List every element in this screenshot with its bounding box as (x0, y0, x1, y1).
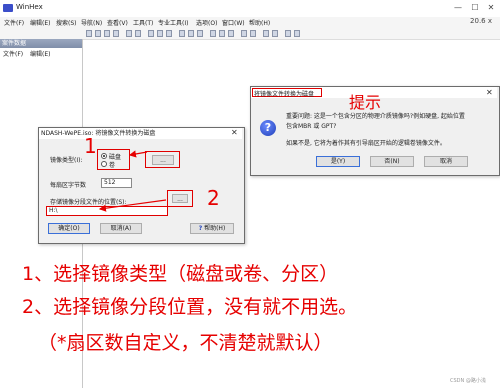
caption-step-2: 2、选择镜像分段位置，没有就不用选。 (22, 296, 358, 318)
arrow-to-segment-input (98, 199, 167, 212)
caption-step-1: 1、选择镜像类型（磁盘或卷、分区） (22, 263, 339, 285)
arrow-to-image-type (128, 150, 148, 158)
caption-note: （*扇区数自定义，不清楚就默认） (38, 332, 333, 354)
watermark: CSDN @路小浅 (450, 378, 486, 384)
